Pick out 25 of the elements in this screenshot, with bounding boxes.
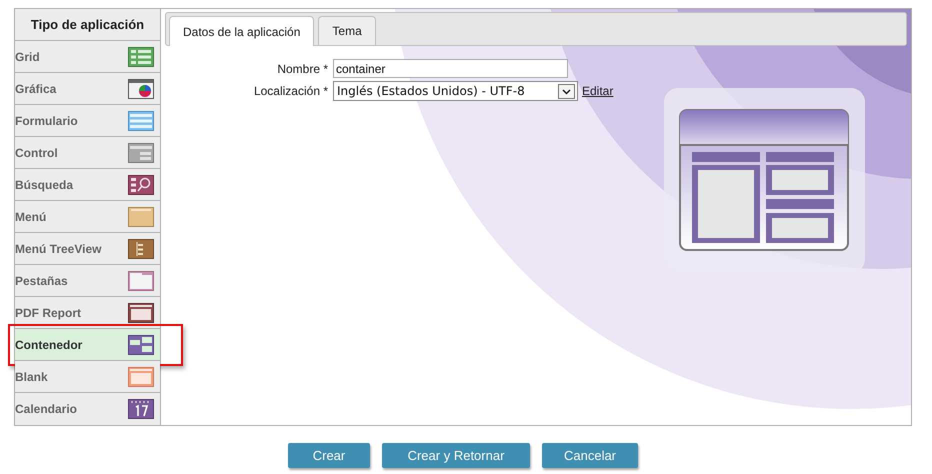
field-label: Nombre * [276, 60, 328, 78]
edit-link[interactable]: Editar [582, 82, 614, 100]
action-button[interactable]: Crear [288, 443, 370, 468]
php-document-icon [128, 366, 154, 386]
grid-icon [128, 46, 154, 66]
form-icon [128, 110, 154, 130]
folder-tab-icon [128, 270, 154, 290]
pdf-document-icon [128, 302, 154, 322]
action-button[interactable]: Crear y Retornar [382, 443, 530, 468]
field-label: Localización * [252, 83, 328, 100]
control-icon [128, 142, 154, 162]
search-icon [128, 174, 154, 194]
menu-icon [128, 206, 154, 226]
calendar-icon [128, 399, 154, 419]
action-button[interactable]: Cancelar [542, 443, 638, 468]
tab[interactable]: Datos de la aplicación [169, 16, 314, 46]
pie-chart-icon [128, 78, 154, 98]
tree-icon [128, 238, 154, 258]
container-icon [128, 334, 154, 354]
dropdown-caret-icon [558, 84, 575, 98]
tab[interactable]: Tema [318, 16, 376, 45]
sidebar-item[interactable]: Blank [15, 361, 160, 393]
sidebar-item[interactable]: Contenedor [15, 329, 160, 361]
name-input[interactable]: container [333, 59, 568, 78]
locale-select[interactable]: Inglés (Estados Unidos) - UTF-8 [333, 81, 578, 101]
